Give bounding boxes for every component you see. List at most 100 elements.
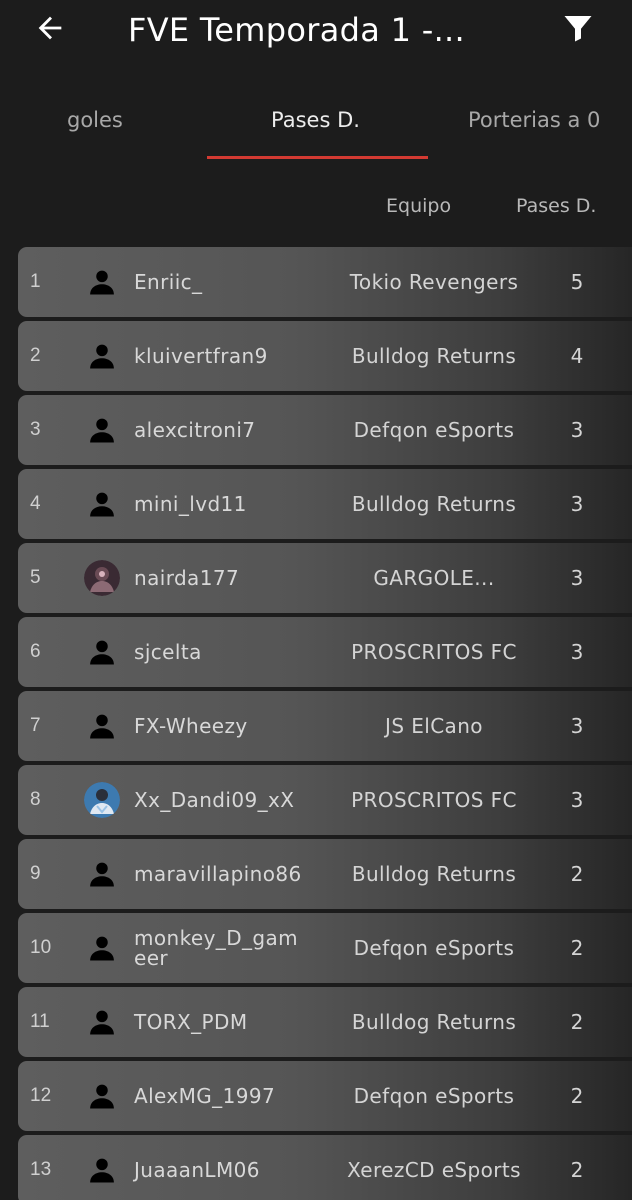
- player-avatar: [84, 1152, 120, 1188]
- stat-value: 2: [570, 1158, 584, 1182]
- rank-number: 5: [30, 567, 41, 588]
- rank-number: 8: [30, 789, 41, 810]
- ranking-row[interactable]: 12 AlexMG_1997 Defqon eSports 2: [18, 1061, 632, 1131]
- rank-number: 2: [30, 345, 41, 366]
- stat-value: 5: [570, 270, 584, 294]
- team-name: Tokio Revengers: [349, 270, 519, 294]
- player-name: nairda177: [134, 543, 304, 613]
- ranking-row[interactable]: 6 sjcelta PROSCRITOS FC 3: [18, 617, 632, 687]
- arrow-left-icon: [38, 16, 62, 40]
- back-button[interactable]: [30, 8, 70, 48]
- stat-value: 2: [570, 862, 584, 886]
- stat-value: 3: [570, 640, 584, 664]
- team-name: JS ElCano: [385, 714, 483, 738]
- team-name: PROSCRITOS FC: [351, 640, 517, 664]
- tab-goles[interactable]: goles: [67, 102, 123, 138]
- player-name-text: TORX_PDM: [134, 1010, 248, 1034]
- ranking-row[interactable]: 2 kluivertfran9 Bulldog Returns 4: [18, 321, 632, 391]
- stat-value: 2: [570, 936, 584, 960]
- team-name: Defqon eSports: [353, 418, 515, 442]
- player-name: kluivertfran9: [134, 321, 304, 391]
- tab-pases-d[interactable]: Pases D.: [271, 102, 360, 138]
- ranking-row[interactable]: 7 FX-Wheezy JS ElCano 3: [18, 691, 632, 761]
- player-name-text: monkey_D_gameer: [134, 926, 299, 970]
- player-name: alexcitroni7: [134, 395, 304, 465]
- player-avatar: [84, 338, 120, 374]
- team-name: PROSCRITOS FC: [351, 788, 517, 812]
- stat-value: 3: [570, 714, 584, 738]
- rank-number: 3: [30, 419, 41, 440]
- player-name: maravillapino86: [134, 839, 304, 909]
- ranking-row[interactable]: 8 Xx_Dandi09_xX PROSCRITOS FC 3: [18, 765, 632, 835]
- ranking-row[interactable]: 9 maravillapino86 Bulldog Returns 2: [18, 839, 632, 909]
- ranking-row[interactable]: 4 mini_lvd11 Bulldog Returns 3: [18, 469, 632, 539]
- ranking-row[interactable]: 13 JuaaanLM06 XerezCD eSports 2: [18, 1135, 632, 1200]
- stat-value: 3: [570, 418, 584, 442]
- filter-icon: [564, 16, 592, 42]
- column-headers: Equipo Pases D.: [0, 188, 632, 224]
- player-avatar: [84, 782, 120, 818]
- team-name: GARGOLE...: [373, 566, 495, 590]
- column-header-stat: Pases D.: [516, 195, 597, 217]
- player-avatar: [84, 1078, 120, 1114]
- stat-value: 3: [570, 788, 584, 812]
- active-tab-indicator: [207, 156, 428, 159]
- player-avatar: [84, 1004, 120, 1040]
- player-name: FX-Wheezy: [134, 691, 304, 761]
- player-name: Enriic_: [134, 247, 304, 317]
- filter-button[interactable]: [558, 8, 598, 48]
- rank-number: 9: [30, 863, 41, 884]
- player-avatar: [84, 486, 120, 522]
- player-name-text: sjcelta: [134, 640, 202, 664]
- player-avatar: [84, 708, 120, 744]
- player-name: TORX_PDM: [134, 987, 304, 1057]
- rank-number: 10: [30, 937, 52, 958]
- rank-number: 11: [30, 1011, 50, 1032]
- player-name-text: alexcitroni7: [134, 418, 256, 442]
- rank-number: 4: [30, 493, 41, 514]
- team-name: Bulldog Returns: [351, 492, 517, 516]
- tab-bar: goles Pases D. Porterias a 0: [0, 92, 632, 162]
- player-name-text: Enriic_: [134, 270, 203, 294]
- tab-porterias[interactable]: Porterias a 0: [468, 102, 600, 138]
- ranking-row[interactable]: 5 nairda177 GARGOLE... 3: [18, 543, 632, 613]
- person-icon: [90, 862, 114, 887]
- stat-value: 2: [570, 1010, 584, 1034]
- team-name: Bulldog Returns: [351, 1010, 517, 1034]
- player-name-text: Xx_Dandi09_xX: [134, 788, 295, 812]
- person-icon: [90, 936, 114, 961]
- player-photo-icon: [84, 560, 120, 596]
- team-name: Defqon eSports: [353, 936, 515, 960]
- person-icon: [90, 418, 114, 443]
- stat-value: 3: [570, 566, 584, 590]
- person-icon: [90, 344, 114, 369]
- player-name: sjcelta: [134, 617, 304, 687]
- player-avatar: [84, 560, 120, 596]
- player-name-text: AlexMG_1997: [134, 1084, 276, 1108]
- player-name-text: maravillapino86: [134, 862, 302, 886]
- player-name: mini_lvd11: [134, 469, 304, 539]
- player-name: AlexMG_1997: [134, 1061, 304, 1131]
- player-avatar: [84, 856, 120, 892]
- page-title: FVE Temporada 1 -...: [128, 11, 465, 49]
- person-icon: [90, 1084, 114, 1109]
- person-icon: [90, 492, 114, 517]
- player-name-text: JuaaanLM06: [134, 1158, 260, 1182]
- person-icon: [90, 1158, 114, 1183]
- ranking-row[interactable]: 3 alexcitroni7 Defqon eSports 3: [18, 395, 632, 465]
- stat-value: 4: [570, 344, 584, 368]
- player-avatar: [84, 412, 120, 448]
- rank-number: 7: [30, 715, 41, 736]
- player-name-text: FX-Wheezy: [134, 714, 248, 738]
- player-name: JuaaanLM06: [134, 1135, 304, 1200]
- team-name: Bulldog Returns: [351, 344, 517, 368]
- rank-number: 12: [30, 1085, 52, 1106]
- player-name: monkey_D_gameer: [134, 913, 304, 983]
- ranking-row[interactable]: 10 monkey_D_gameer Defqon eSports 2: [18, 913, 632, 983]
- team-name: Defqon eSports: [353, 1084, 515, 1108]
- ranking-row[interactable]: 1 Enriic_ Tokio Revengers 5: [18, 247, 632, 317]
- person-icon: [90, 1010, 114, 1035]
- rank-number: 13: [30, 1159, 52, 1180]
- person-icon: [90, 270, 114, 295]
- ranking-row[interactable]: 11 TORX_PDM Bulldog Returns 2: [18, 987, 632, 1057]
